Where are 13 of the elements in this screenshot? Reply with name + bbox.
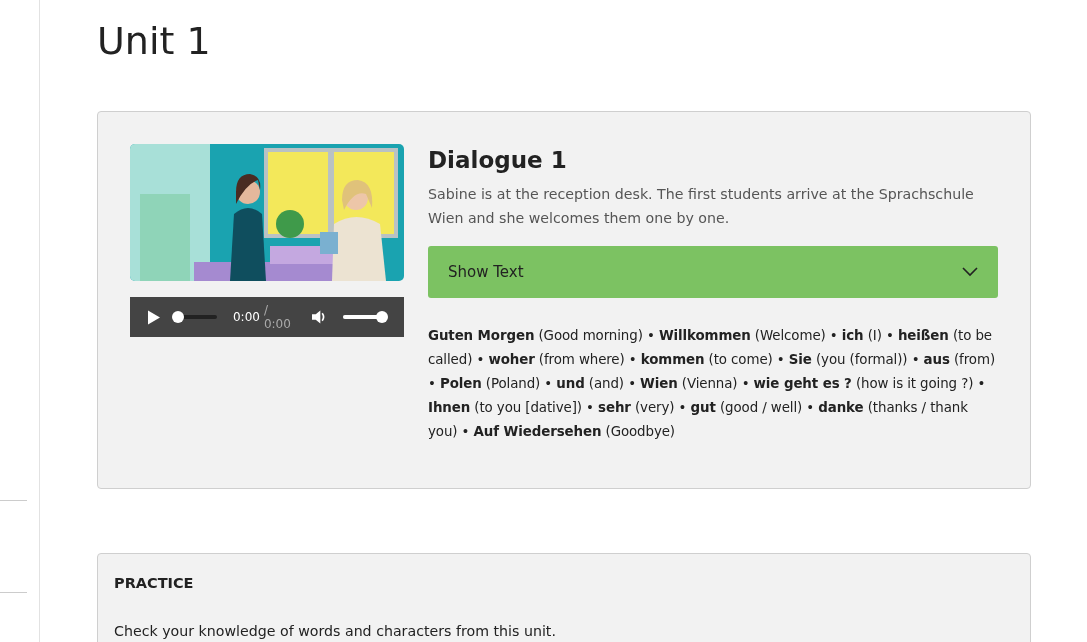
chevron-icon bbox=[962, 267, 978, 277]
vocabulary-list: Guten Morgen (Good morning) • Willkommen (Welcome) • ich (I) • heißen (to be called) • woher (from where) • kommen (to come) • Sie (you (formal)) • aus (from) • Polen (Poland) • und (and) • Wien (Vienna) • wie geht es ? (how is it going ?) • Ihnen (to you [dative]) • sehr (very) • gut (good / well) • danke (thanks / thank you) • Auf Wiedersehen (Goodbye) bbox=[428, 324, 998, 444]
volume-thumb[interactable] bbox=[376, 311, 388, 323]
progress-thumb[interactable] bbox=[172, 311, 185, 323]
current-time: 0:00 bbox=[233, 310, 260, 324]
practice-text: Check your knowledge of words and characters from this unit. bbox=[114, 622, 557, 641]
total-time: / 0:00 bbox=[263, 303, 292, 331]
play-icon[interactable] bbox=[148, 309, 161, 325]
page-title: Unit 1 bbox=[97, 18, 212, 64]
dialogue-title: Dialogue 1 bbox=[428, 146, 568, 175]
show-text-button[interactable]: Show Text bbox=[428, 246, 998, 298]
dialogue-description: Sabine is at the reception desk. The first students arrive at the Sprachschule Wien and she welcomes them one by one. bbox=[428, 185, 975, 228]
practice-heading: PRACTICE bbox=[114, 574, 195, 593]
